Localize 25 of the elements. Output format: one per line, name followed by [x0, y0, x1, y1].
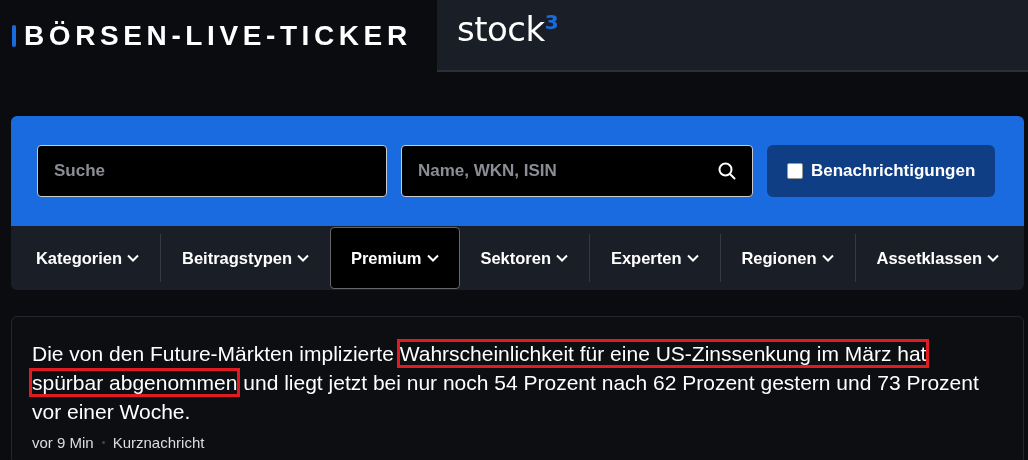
search-icon[interactable]	[717, 161, 737, 181]
nav-tab[interactable]: Assetklassen	[855, 227, 1020, 289]
checkbox[interactable]	[787, 163, 803, 179]
chevron-icon	[987, 254, 999, 262]
chevron-icon	[556, 254, 569, 262]
notifications-button[interactable]: Benachrichtigungen	[767, 145, 996, 197]
symbol-search-field[interactable]: Name, WKN, ISIN	[401, 145, 753, 197]
nav-tab[interactable]: Kategorien	[15, 227, 161, 289]
chevron-icon	[297, 254, 310, 262]
search-field[interactable]: Suche	[37, 145, 387, 197]
news-text: Die von den Future-Märkten implizierte Wahrscheinlichkeit für eine US-Zinssenkung im März hat spürbar abgenommen und liegt jetzt bei nur noch 54 Prozent nach 62 Prozent gestern und 73 Prozent vor einer Woche.	[32, 339, 980, 426]
nav-tab[interactable]: Premium	[330, 227, 460, 289]
title-accent-bar	[12, 25, 16, 47]
chevron-icon	[821, 254, 834, 262]
chevron-icon	[686, 254, 699, 262]
chevron-icon	[426, 254, 439, 262]
nav-tab[interactable]: Experten	[590, 227, 720, 289]
nav-tab[interactable]: Sektoren	[459, 227, 589, 289]
post-time: vor 9 Min	[32, 434, 94, 451]
nav-tab[interactable]: Beitragstypen	[161, 227, 330, 289]
nav-tab[interactable]: Regionen	[720, 227, 855, 289]
chevron-icon	[127, 254, 140, 262]
logo[interactable]: stock$^{3}$	[457, 12, 559, 47]
page-title: BÖRSEN-LIVE-TICKER	[24, 20, 412, 52]
post-type: Kurznachricht	[112, 434, 205, 451]
